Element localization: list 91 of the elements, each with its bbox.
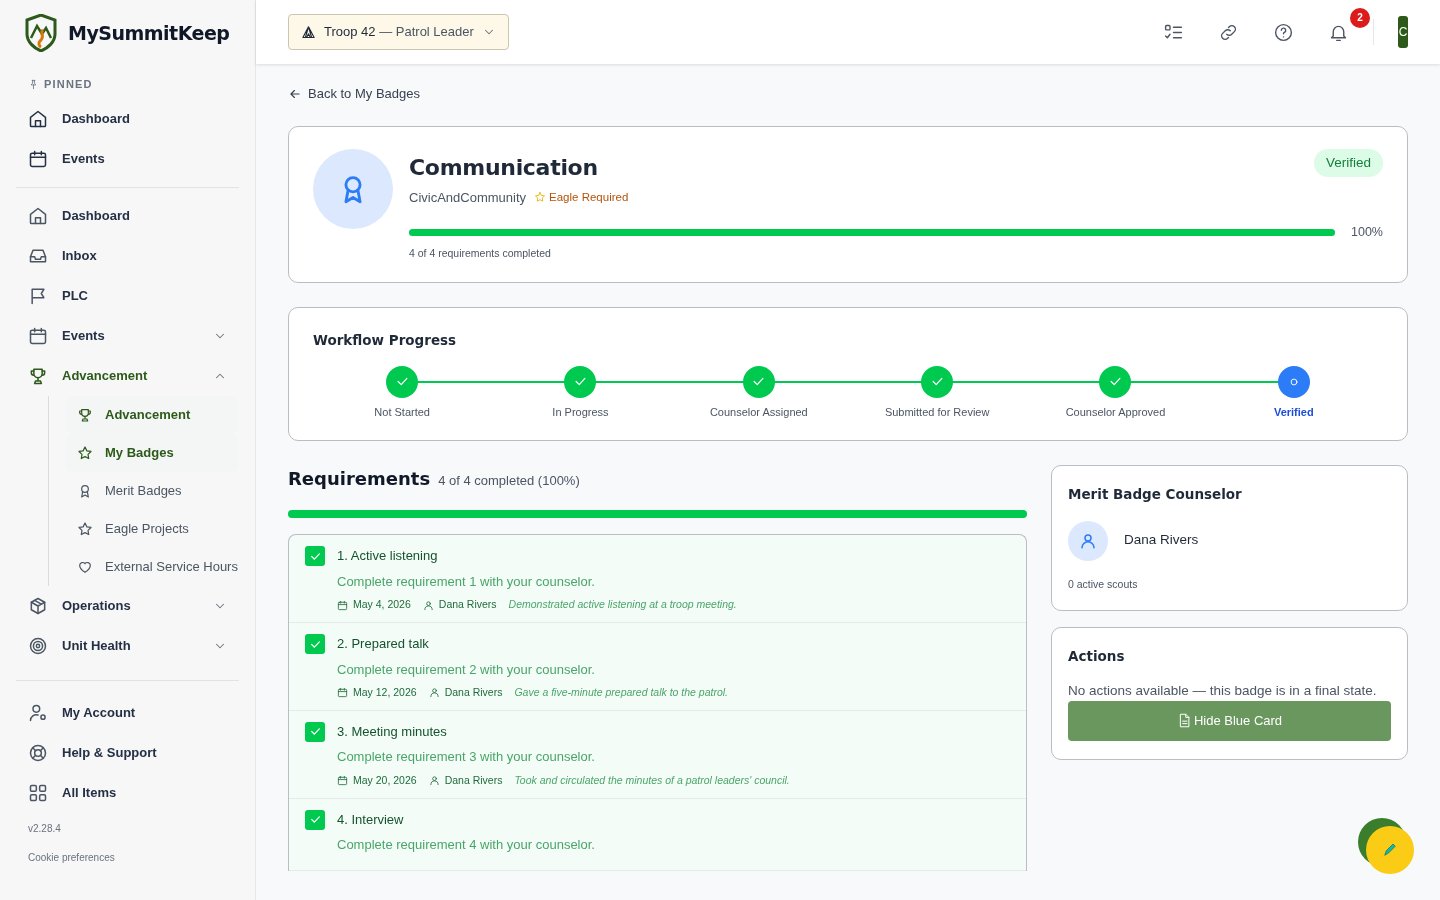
calendar-icon	[28, 325, 48, 346]
eagle-required-tag: Eagle Required	[534, 188, 629, 206]
section-title: Workflow Progress	[313, 330, 458, 350]
trophy-icon	[77, 406, 93, 423]
step-label: Submitted for Review	[884, 404, 990, 420]
pin-icon	[28, 78, 39, 90]
grid-icon	[28, 782, 48, 803]
star-icon	[77, 520, 93, 537]
date-text: May 4, 2026	[353, 597, 411, 613]
sidebar-item[interactable]: All Items	[16, 772, 239, 813]
sidebar-subitem[interactable]: Merit Badges	[65, 471, 239, 510]
sidebar-item[interactable]: PLC	[16, 275, 239, 316]
sidebar-subitem[interactable]: Eagle Projects	[65, 509, 239, 548]
counselor-name: Dana Rivers	[438, 597, 497, 613]
footer-link[interactable]: Cookie preferences	[16, 849, 239, 865]
unit-selector[interactable]: Troop 42 — Patrol Leader	[288, 14, 509, 50]
pencil-icon	[1381, 841, 1399, 859]
notification-badge: 2	[1350, 7, 1370, 28]
requirement-title: 4. Interview	[337, 810, 405, 829]
requirement-note: Gave a five-minute prepared talk to the patrol.	[514, 685, 729, 700]
sidebar-item[interactable]: Dashboard	[16, 98, 239, 139]
requirements-summary: 4 of 4 completed (100%)	[438, 472, 580, 491]
checkbox[interactable]	[305, 809, 325, 830]
scouts-count: 0 active scouts	[1068, 576, 1139, 592]
card-title: Merit Badge Counselor	[1068, 485, 1243, 505]
calendar-icon	[337, 775, 348, 787]
check-icon	[308, 813, 322, 826]
requirement-title: 2. Prepared talk	[337, 635, 430, 653]
home-icon	[28, 205, 48, 226]
counselor-name: Dana Rivers	[444, 685, 503, 700]
sidebar-item[interactable]: Events	[16, 138, 239, 179]
lifebuoy-icon	[28, 742, 48, 763]
card-title: Actions	[1068, 647, 1126, 667]
avatar-button[interactable]: C	[1398, 16, 1408, 48]
requirement-description: Complete requirement 3 with your counselor.	[337, 748, 596, 767]
sidebar-item[interactable]: Inbox	[16, 235, 239, 276]
target-icon	[28, 635, 48, 656]
requirement-title: 1. Active listening	[337, 547, 439, 566]
step-label: In Progress	[552, 404, 609, 420]
badge-title: Communication	[409, 153, 599, 182]
requirement-description: Complete requirement 2 with your counselor.	[337, 660, 596, 679]
sidebar-item[interactable]: Operations	[16, 585, 239, 626]
user-gear-icon	[28, 702, 48, 723]
requirement-note: Took and circulated the minutes of a patrol leaders' council.	[514, 772, 790, 788]
step-label: Verified	[1273, 404, 1314, 420]
back-link[interactable]: Back to My Badges	[288, 84, 420, 104]
star-icon	[77, 444, 93, 461]
sidebar-item[interactable]: My Account	[16, 692, 239, 733]
sidebar-item[interactable]: Unit Health	[16, 625, 239, 666]
checkbox[interactable]	[305, 634, 325, 654]
actions-message: No actions available — this badge is in a final state.	[1068, 681, 1378, 700]
help-icon	[1273, 21, 1294, 43]
star-icon	[534, 191, 547, 204]
tent-icon	[301, 24, 316, 40]
calendar-icon	[337, 687, 348, 699]
cube-icon	[28, 595, 48, 616]
checkbox[interactable]	[305, 546, 325, 567]
help-button[interactable]	[1273, 21, 1294, 43]
user-icon	[1079, 531, 1097, 550]
requirement-description: Complete requirement 4 with your counselor.	[337, 836, 595, 854]
logo-icon	[24, 14, 58, 52]
user-icon	[422, 599, 434, 611]
sidebar-subitem[interactable]: External Service Hours	[65, 547, 239, 586]
counselor-name: Dana Rivers	[444, 772, 503, 788]
brand-name: MySummitKeep	[68, 20, 230, 46]
progress-summary: 4 of 4 requirements completed	[409, 245, 552, 261]
user-icon	[428, 687, 440, 699]
category-text: CivicAndCommunity	[409, 188, 527, 207]
requirement-note: Demonstrated active listening at a troop meeting.	[508, 597, 737, 613]
sidebar-item[interactable]: Advancement	[16, 355, 239, 396]
counselor-name: Dana Rivers	[1124, 531, 1199, 550]
percent-text: 100%	[1351, 224, 1383, 241]
date-text: May 20, 2026	[353, 772, 417, 788]
requirement-description: Complete requirement 1 with your counselor.	[337, 572, 596, 591]
step-label: Counselor Approved	[1065, 404, 1166, 420]
step-label: Not Started	[374, 404, 430, 420]
version-text: v2.28.4	[27, 821, 62, 836]
user-icon	[428, 775, 440, 787]
calendar-icon	[337, 599, 348, 611]
status-badge: Verified	[1313, 148, 1383, 177]
home-icon	[28, 108, 48, 129]
sidebar-item[interactable]: Events	[16, 315, 239, 356]
checkbox[interactable]	[305, 721, 325, 742]
date-text: May 12, 2026	[353, 685, 417, 700]
sidebar-item[interactable]: Dashboard	[16, 195, 239, 236]
requirement-title: 3. Meeting minutes	[337, 722, 448, 741]
sidebar-item[interactable]: Help & Support	[16, 732, 239, 773]
section-title: Requirements	[288, 467, 431, 492]
step-label: Counselor Assigned	[709, 404, 808, 420]
calendar-icon	[28, 148, 48, 169]
section-label: PINNED	[16, 76, 239, 93]
